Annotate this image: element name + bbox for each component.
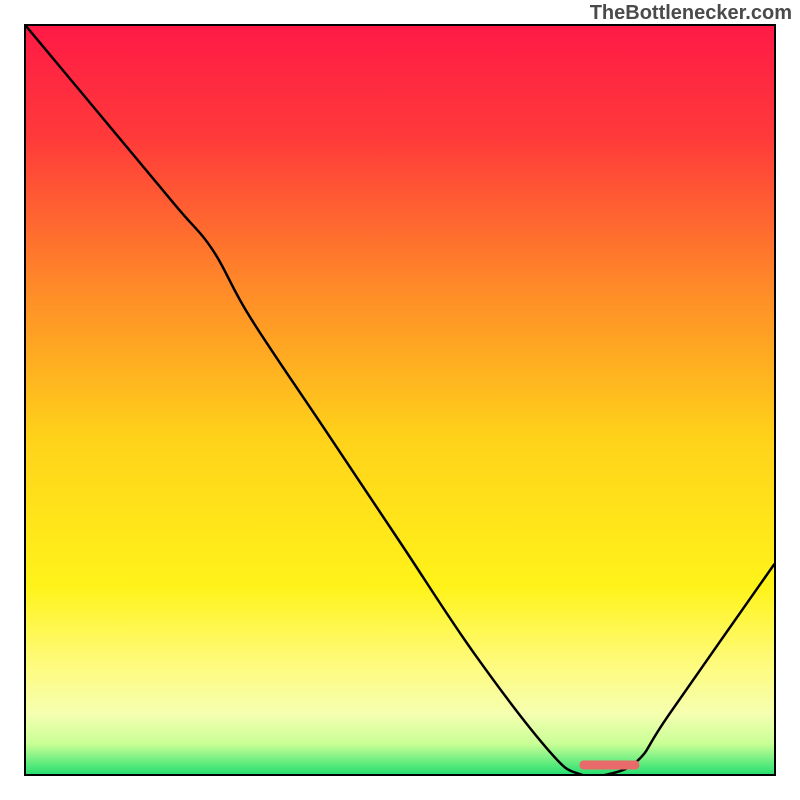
gradient-background (26, 26, 774, 774)
chart-frame (24, 24, 776, 776)
valley-marker (580, 761, 640, 770)
bottleneck-chart (26, 26, 774, 774)
attribution-label: TheBottlenecker.com (590, 2, 792, 25)
